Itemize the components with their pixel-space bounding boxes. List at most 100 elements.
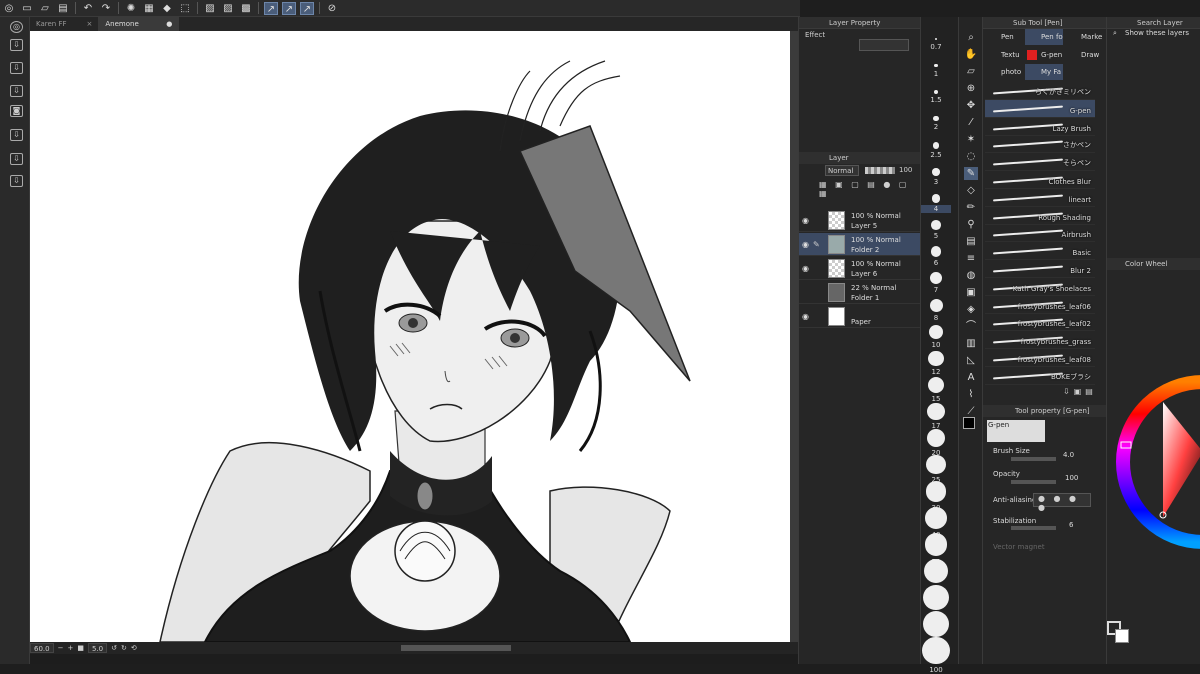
brush-item[interactable]: frostybrushes_leaf08 [985,349,1095,367]
pencil-icon[interactable]: ✏ [964,201,978,214]
settings-icon[interactable]: ⊘ [325,2,339,15]
brush-size-dot[interactable] [933,116,939,122]
brush-size-dot[interactable] [922,611,950,638]
zoom-icon[interactable]: ⌕ [964,31,978,44]
brush-item[interactable]: Rough Shading [985,207,1095,225]
modified-dot-icon[interactable]: ● [166,17,172,31]
snap-ruler-icon[interactable]: ▨ [203,2,217,15]
stabilization-slider[interactable] [1011,526,1056,530]
brush-item[interactable]: frostybrushes_grass [985,331,1095,350]
subtool-tab-pen-for[interactable]: Pen fo [1025,29,1063,45]
magic-wand-icon[interactable]: ✶ [964,133,978,146]
brush-size-dot[interactable] [930,272,942,285]
eye-icon[interactable]: ◉ [802,264,809,273]
layer-row-folder-2[interactable]: ◉ ✎ 100 % Normal Folder 2 [799,233,921,256]
blend-mode-select[interactable]: Normal [825,165,859,176]
operation-icon[interactable]: ⊕ [964,82,978,95]
pen-icon[interactable]: ✎ [964,167,978,180]
brush-size-dot[interactable] [928,324,944,339]
tab-anemone-tier[interactable]: Anemone Tier* ● [99,17,180,42]
opacity-slider[interactable] [1011,480,1056,484]
layer-row[interactable]: 22 % Normal Folder 1 [799,281,921,304]
redo-icon[interactable]: ↷ [99,2,113,15]
rotate-right-icon[interactable]: ↻ [121,644,127,652]
stroke-straight-icon[interactable]: ↗ [264,1,278,15]
zoom-in-button[interactable]: + [67,644,73,652]
brush-item[interactable]: Airbrush [985,224,1095,243]
stabilization-value[interactable]: 6 [1069,521,1073,529]
eye-icon[interactable]: ◉ [802,312,809,321]
eyedropper-icon[interactable]: ⁄ [964,116,978,129]
export-icon[interactable]: ⇩ [10,85,23,97]
angle-field[interactable]: 5.0 [87,643,108,653]
decoration-icon[interactable]: ≡ [964,252,978,265]
brush-size-value[interactable]: 4.0 [1063,451,1074,459]
lasso-icon[interactable]: ◌ [964,150,978,163]
balloon-icon[interactable]: ⌇ [964,388,978,401]
brush-item[interactable]: Basic [985,242,1095,261]
zoom-slider-icon[interactable]: ■ [77,644,84,652]
airbrush-icon[interactable]: ▤ [964,235,978,248]
brush-item[interactable]: lineart [985,189,1095,207]
brush-size-dot[interactable] [933,90,939,95]
brush-item[interactable]: らくがきミリペン [985,82,1095,100]
new-file-icon[interactable]: ▭ [20,2,34,15]
rotate-left-icon[interactable]: ↺ [111,644,117,652]
opacity-value[interactable]: 100 [899,166,912,174]
subtool-tab-pen[interactable]: Pen [985,29,1023,45]
brush-item[interactable]: BOKEブラシ [985,367,1095,385]
brush-size-dot[interactable] [923,585,949,611]
brush-size-dot[interactable] [927,402,945,421]
brush-size-dot[interactable] [924,559,948,583]
opacity-slider[interactable] [865,167,895,174]
rotate-reset-icon[interactable]: ⟲ [131,644,137,652]
layer-row[interactable]: ◉ 100 % Normal Layer 5 [799,209,921,232]
snap-grid-icon[interactable]: ▩ [239,2,253,15]
stroke-taper-icon[interactable]: ↗ [300,1,314,15]
eye-icon[interactable]: ◉ [802,240,809,249]
import-icon[interactable]: ⇩ [10,39,23,51]
clear-icon[interactable]: ▦ [142,2,156,15]
blend-icon[interactable]: ◍ [964,269,978,282]
brush-size-dot[interactable] [932,142,940,149]
vertical-scrollbar[interactable] [790,31,798,642]
brush-item[interactable]: そらペン [985,153,1095,172]
layer-toolbar-icons[interactable]: ▦ ▣ ▢ ▤ ● ▢ ▦ [819,180,920,198]
ruler-icon[interactable]: ◺ [964,354,978,367]
brush-size-dot[interactable] [935,38,937,40]
brush-size-slider[interactable] [1011,457,1056,461]
import-icon[interactable]: ⇩ [10,129,23,141]
brush-size-dot[interactable] [931,194,941,203]
brush-size-dot[interactable] [932,168,940,176]
brush-size-dot[interactable] [924,532,948,556]
brush-size-dot[interactable] [926,454,946,475]
brush-item[interactable]: frostybrushes_leaf02 [985,313,1095,332]
snap-special-ruler-icon[interactable]: ▨ [221,2,235,15]
sub-color-box[interactable] [1115,629,1129,643]
layer-row[interactable]: ◉ 100 % Normal Layer 6 [799,257,921,280]
subtool-tab-draw[interactable]: Draw [1065,47,1103,63]
brush-item[interactable]: G-pen [985,99,1095,118]
save-icon[interactable]: ▤ [56,2,70,15]
eraser-tool-icon[interactable]: ◇ [964,184,978,197]
drawing-canvas[interactable] [30,31,790,642]
tab-karen-ff[interactable]: Karen FF × [30,17,100,31]
camera-icon[interactable]: ◙ [10,105,23,117]
text-icon[interactable]: A [964,371,978,384]
subtool-tab-my-fa[interactable]: My Fa [1025,64,1063,80]
search-icon[interactable]: ⌕ [1113,29,1117,38]
figure-icon[interactable]: ⌒ [964,320,978,333]
subtool-tab-photo[interactable]: photo [985,64,1023,80]
eye-icon[interactable]: ◉ [802,216,809,225]
brush-size-dot[interactable] [929,298,943,312]
brush-item[interactable]: Blur 2 [985,260,1095,278]
brush-list-icons[interactable]: ⇩▣▤ [1063,387,1097,396]
brush-item[interactable]: Clothes Blur [985,171,1095,189]
open-folder-icon[interactable]: ▱ [38,2,52,15]
zoom-out-button[interactable]: − [58,644,64,652]
zoom-field[interactable]: 60.0 [30,643,54,653]
navigator-icon[interactable]: ◎ [10,21,23,33]
app-logo-icon[interactable]: ◎ [2,2,16,15]
layer-row-paper[interactable]: ◉ Paper [799,305,921,328]
show-layers-label[interactable]: Show these layers [1125,29,1189,37]
